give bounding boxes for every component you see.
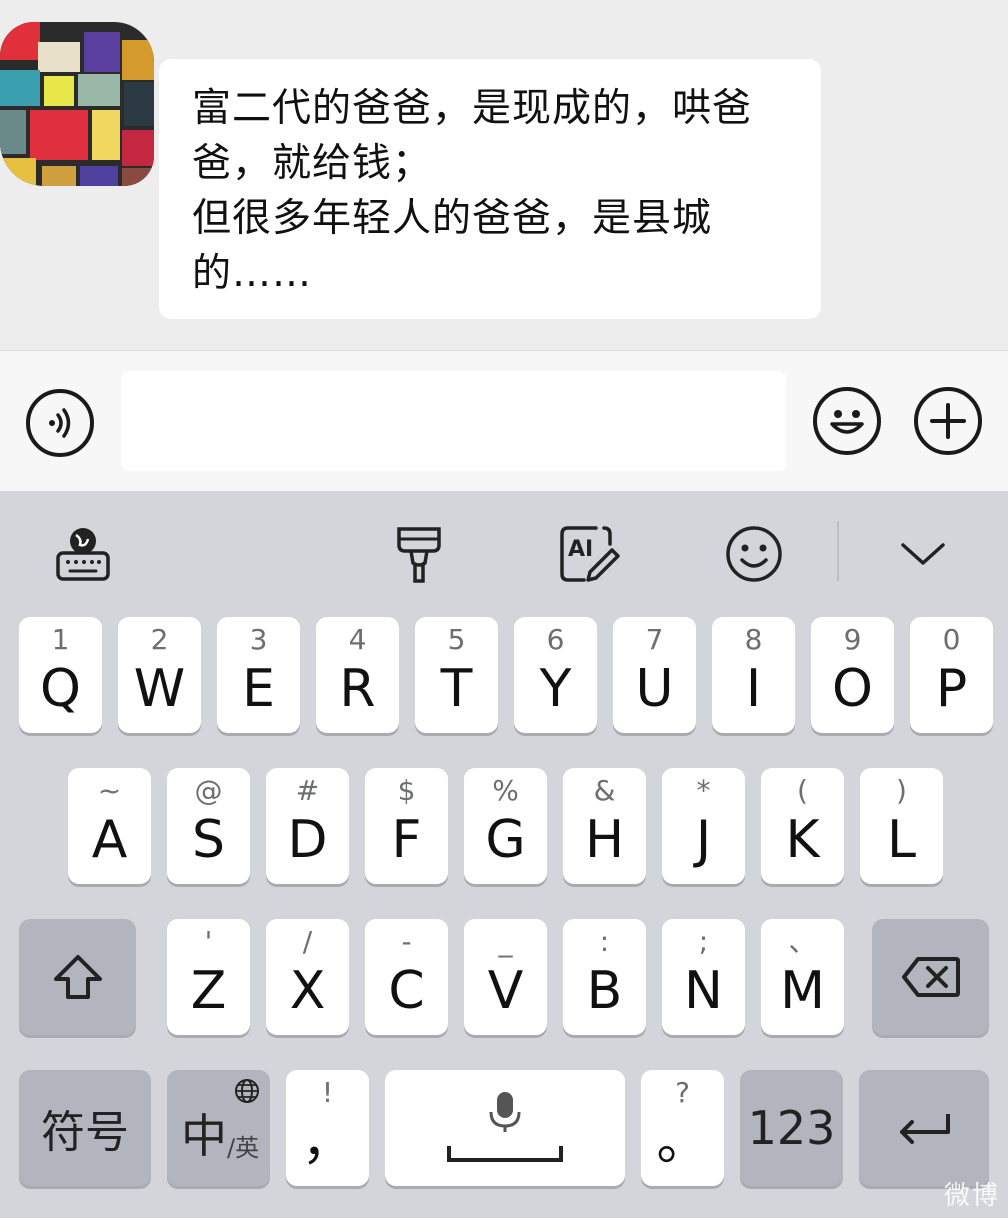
key-u[interactable]: 7U [613,617,696,733]
backspace-key[interactable] [872,919,989,1035]
key-g[interactable]: % G [464,768,547,884]
key-r[interactable]: 4R [316,617,399,733]
key-s[interactable]: @ S [167,768,250,884]
key-h[interactable]: & H [563,768,646,884]
key-o[interactable]: 9O [811,617,894,733]
shift-arrow-icon [53,955,102,999]
key-p[interactable]: 0P [910,617,993,733]
globe-icon [234,1078,260,1108]
chat-input-bar [0,350,1008,491]
key-e[interactable]: 3E [217,617,300,733]
collapse-chevron-icon[interactable] [896,531,950,577]
numbers-key[interactable]: 123 [740,1070,843,1186]
key-a[interactable]: ~ A [68,768,151,884]
key-q[interactable]: 1Q [19,617,102,733]
message-text: 富二代的爸爸，是现成的，哄爸 爸，就给钱； 但很多年轻人的爸爸，是县城 的…… [192,86,753,296]
key-x[interactable]: / X [266,919,349,1035]
comma-key[interactable]: !， [286,1070,369,1186]
keyboard: AI 1Q 2W 3E 4R 5T 6Y 7U 8I 9O 0P ~ A @ S #… [0,491,1008,1218]
key-z[interactable]: ' Z [167,919,250,1035]
svg-text:AI: AI [568,537,593,562]
space-mic-icon [447,1092,563,1162]
space-key[interactable] [385,1070,625,1186]
avatar[interactable] [0,22,154,186]
plus-icon[interactable] [914,387,982,455]
enter-arrow-icon [900,1114,950,1144]
key-i[interactable]: 8I [712,617,795,733]
key-t[interactable]: 5T [415,617,498,733]
enter-key[interactable] [859,1070,989,1186]
key-b[interactable]: :B [563,919,646,1035]
brush-icon[interactable] [388,521,450,587]
message-input[interactable] [121,371,786,471]
emoji-smile-icon[interactable] [813,387,881,455]
backspace-icon [901,957,960,997]
period-key[interactable]: ?。 [641,1070,724,1186]
symbols-key[interactable]: 符号 [19,1070,151,1186]
key-v[interactable]: _ V [464,919,547,1035]
key-n[interactable]: ; N [662,919,745,1035]
voice-wave-icon[interactable] [26,389,94,457]
key-k[interactable]: (K [761,768,844,884]
shift-key[interactable] [19,919,136,1035]
lang-switch-key[interactable]: 中 /英 [167,1070,270,1186]
ai-edit-icon[interactable]: AI [555,521,621,587]
message-bubble[interactable]: 富二代的爸爸，是现成的，哄爸 爸，就给钱； 但很多年轻人的爸爸，是县城 的…… [159,59,821,319]
keyboard-globe-icon[interactable] [50,521,116,587]
key-j[interactable]: * J [662,768,745,884]
emoji-icon[interactable] [723,523,785,585]
watermark: 微博 [943,1181,1000,1211]
key-d[interactable]: # D [266,768,349,884]
key-c[interactable]: -C [365,919,448,1035]
key-l[interactable]: ) L [860,768,943,884]
chat-area: 富二代的爸爸，是现成的，哄爸 爸，就给钱； 但很多年轻人的爸爸，是县城 的…… [0,0,1008,350]
key-y[interactable]: 6Y [514,617,597,733]
key-f[interactable]: $ F [365,768,448,884]
key-w[interactable]: 2W [118,617,201,733]
key-m[interactable]: 、 M [761,919,844,1035]
toolbar-divider [837,521,839,581]
